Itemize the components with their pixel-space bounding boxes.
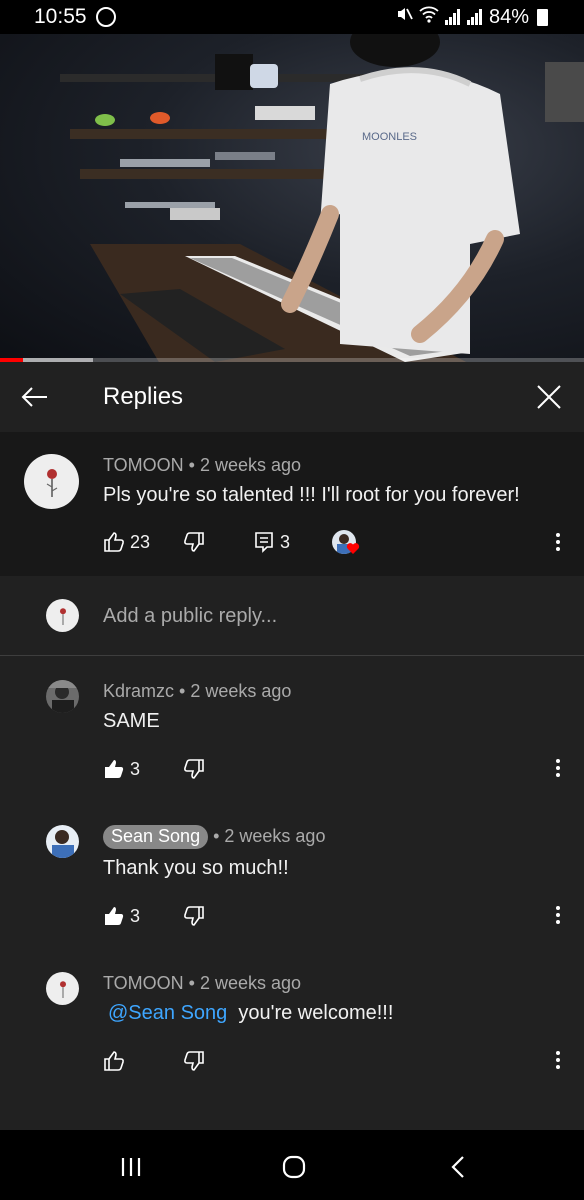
comment-age: 2 weeks ago xyxy=(190,681,292,701)
heart-icon xyxy=(346,542,360,560)
back-nav-icon[interactable] xyxy=(450,1155,466,1184)
more-options-icon[interactable] xyxy=(555,1050,561,1075)
wifi-icon xyxy=(419,5,439,29)
battery-icon xyxy=(537,8,548,26)
like-icon[interactable] xyxy=(103,531,125,558)
more-options-icon[interactable] xyxy=(555,532,561,557)
home-icon[interactable] xyxy=(282,1155,306,1184)
battery-percent: 84% xyxy=(488,5,529,28)
reply-input-row[interactable]: Add a public reply... xyxy=(0,576,584,656)
comment-age: 2 weeks ago xyxy=(224,826,326,846)
comment-text: Thank you so much!! xyxy=(103,857,289,879)
reply-text: you're welcome!!! xyxy=(238,1002,394,1024)
my-avatar xyxy=(46,599,79,632)
reply-count: 3 xyxy=(280,532,291,552)
comment-age: 2 weeks ago xyxy=(199,973,302,993)
reply-icon[interactable] xyxy=(254,531,274,558)
shirt-text: MOONLES xyxy=(362,131,417,143)
android-nav-bar xyxy=(0,1130,584,1200)
status-time: 10:55 xyxy=(34,5,87,28)
mute-icon xyxy=(395,5,413,29)
comment-age: 2 weeks ago xyxy=(199,455,302,475)
comment-text: @Sean Song you're welcome!!! xyxy=(103,1002,393,1025)
parent-comment: TOMOON • 2 weeks ago Pls you're so talen… xyxy=(0,432,584,576)
video-player[interactable]: MOONLES xyxy=(0,34,584,362)
dislike-icon[interactable] xyxy=(183,1050,205,1077)
status-icons: 84% xyxy=(395,5,548,29)
avatar[interactable] xyxy=(46,825,79,858)
creator-author-chip[interactable]: Sean Song xyxy=(103,825,209,849)
reply-input[interactable]: Add a public reply... xyxy=(103,605,277,628)
more-options-icon[interactable] xyxy=(555,758,561,783)
page-title: Replies xyxy=(103,383,184,410)
signal-icon-2 xyxy=(466,9,483,25)
like-count: 23 xyxy=(130,532,151,552)
like-icon[interactable] xyxy=(103,1050,125,1077)
video-frame-image: MOONLES xyxy=(60,34,584,362)
like-icon-filled[interactable] xyxy=(103,905,125,932)
signal-icon xyxy=(444,9,461,25)
author-name[interactable]: Kdramzc xyxy=(103,681,174,701)
like-icon-filled[interactable] xyxy=(103,758,125,785)
close-icon[interactable] xyxy=(527,375,571,419)
rose-icon xyxy=(46,468,57,497)
author-name[interactable]: TOMOON xyxy=(103,973,184,993)
comment-text: SAME xyxy=(103,710,160,732)
dislike-icon[interactable] xyxy=(183,905,205,932)
recent-apps-icon[interactable] xyxy=(120,1156,142,1183)
dislike-icon[interactable] xyxy=(183,531,205,558)
avatar[interactable] xyxy=(46,680,79,713)
mention-link[interactable]: @Sean Song xyxy=(108,1002,227,1024)
rose-icon xyxy=(59,607,66,625)
author-name[interactable]: TOMOON xyxy=(103,455,184,475)
back-arrow-icon[interactable] xyxy=(13,375,57,419)
status-bar: 10:55 84% xyxy=(0,0,584,34)
like-count: 3 xyxy=(130,906,141,926)
avatar[interactable] xyxy=(46,972,79,1005)
comment-meta: TOMOON • 2 weeks ago xyxy=(103,973,302,993)
like-count: 3 xyxy=(130,759,141,779)
replies-header: Replies xyxy=(0,362,584,432)
comment-meta: TOMOON • 2 weeks ago xyxy=(103,455,302,475)
avatar[interactable] xyxy=(24,454,79,509)
more-options-icon[interactable] xyxy=(555,905,561,930)
comment-meta: Sean Song • 2 weeks ago xyxy=(103,825,325,849)
rose-icon xyxy=(59,980,66,998)
dislike-icon[interactable] xyxy=(183,758,205,785)
comment-text: Pls you're so talented !!! I'll root for… xyxy=(103,484,520,506)
comment-meta: Kdramzc • 2 weeks ago xyxy=(103,681,292,701)
whatsapp-icon xyxy=(96,7,116,27)
